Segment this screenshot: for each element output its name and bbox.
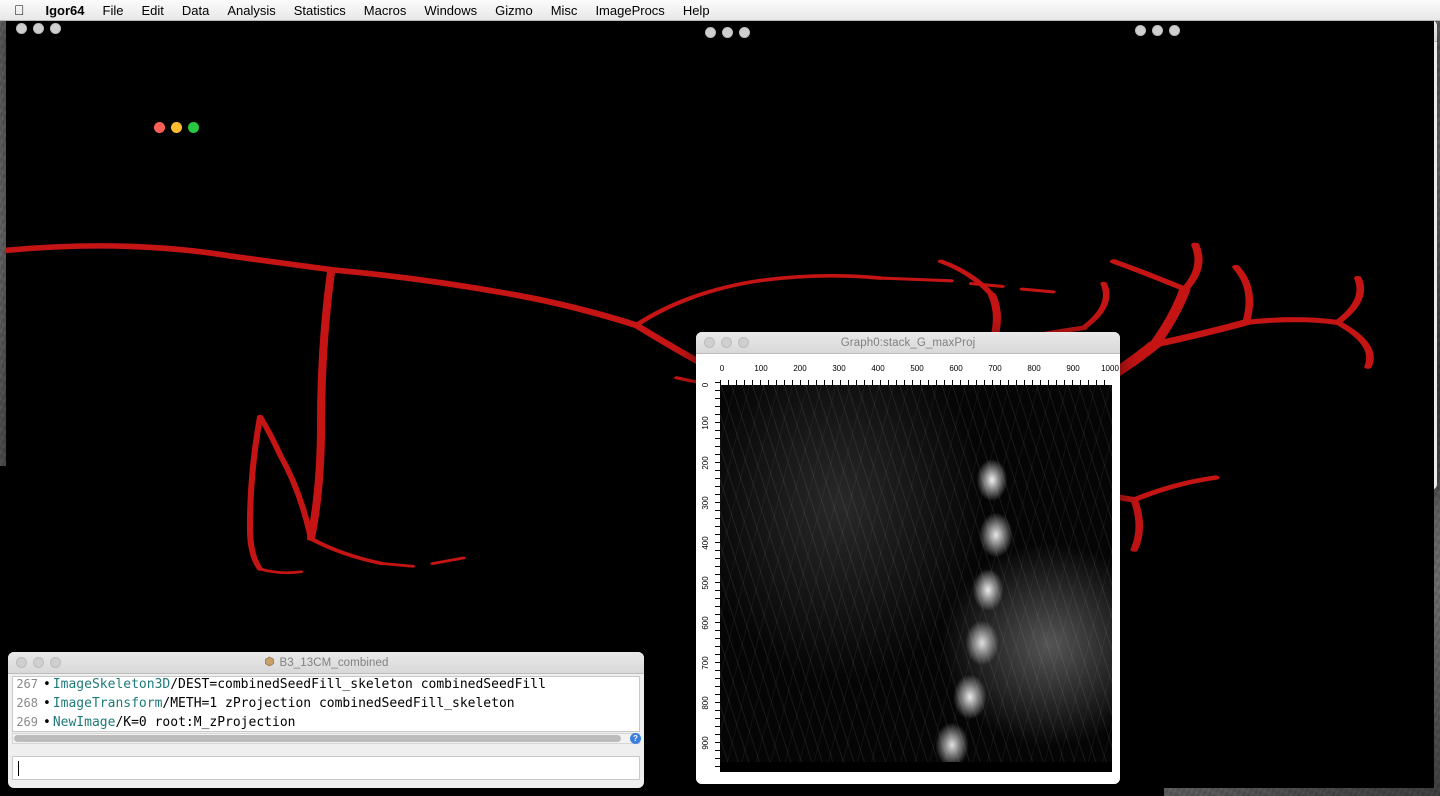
window-controls[interactable]	[16, 657, 61, 668]
history-row[interactable]: 268 • ImageTransform /METH=1 zProjection…	[13, 696, 639, 715]
history-row[interactable]: 269 • NewImage /K=0 root:M_zProjection	[13, 715, 639, 732]
text-caret	[18, 761, 19, 776]
x-tick-700: 700	[988, 364, 1001, 373]
zoom-button[interactable]	[1169, 25, 1180, 36]
x-tick-600: 600	[949, 364, 962, 373]
x-tick-900: 900	[1066, 364, 1079, 373]
command-window-title: B3_13CM_combined	[8, 656, 644, 670]
x-tick-800: 800	[1027, 364, 1040, 373]
neuron-plot-window	[0, 0, 293, 300]
graph0-titlebar[interactable]: Graph0:stack_G_maxProj	[696, 332, 1120, 354]
menu-item-file[interactable]: File	[94, 3, 133, 18]
history-args: /DEST=combinedSeedFill_skeleton combined…	[170, 677, 546, 692]
command-line-input[interactable]	[12, 756, 640, 780]
y-tick-100: 100	[701, 416, 710, 429]
window-controls[interactable]	[705, 27, 750, 38]
help-icon[interactable]: ?	[630, 733, 641, 744]
history-command: ImageTransform	[53, 696, 163, 711]
x-axis-labels: 0 100 200 300 400 500 600 700 800 900 10…	[720, 364, 1112, 380]
menu-item-macros[interactable]: Macros	[355, 3, 416, 18]
menu-item-gizmo[interactable]: Gizmo	[486, 3, 542, 18]
graph0-plot-area[interactable]: 0 100 200 300 400 500 600 700 800 900 10…	[696, 354, 1120, 784]
menu-item-imageprocs[interactable]: ImageProcs	[586, 3, 673, 18]
menu-item-data[interactable]: Data	[173, 3, 218, 18]
history-command: ImageSkeleton3D	[53, 677, 170, 692]
zoom-button[interactable]	[50, 23, 61, 34]
zoom-button[interactable]	[50, 657, 61, 668]
close-button[interactable]	[154, 122, 165, 133]
y-tick-800: 800	[701, 696, 710, 709]
x-tick-500: 500	[910, 364, 923, 373]
y-tick-900: 900	[701, 736, 710, 749]
menu-item-analysis[interactable]: Analysis	[218, 3, 284, 18]
image-bottom-margin	[720, 762, 1112, 772]
close-button[interactable]	[1135, 25, 1146, 36]
y-tick-600: 600	[701, 616, 710, 629]
zoom-button[interactable]	[739, 27, 750, 38]
zoom-button[interactable]	[188, 122, 199, 133]
close-button[interactable]	[704, 337, 715, 348]
zoom-button[interactable]	[738, 337, 749, 348]
x-tick-0: 0	[720, 364, 724, 373]
menu-item-windows[interactable]: Windows	[415, 3, 486, 18]
history-line-number: 268	[13, 696, 43, 710]
history-args: /K=0 root:M_zProjection	[115, 715, 295, 730]
menu-item-edit[interactable]: Edit	[132, 3, 172, 18]
command-window-titlebar[interactable]: B3_13CM_combined	[8, 652, 644, 674]
history-horizontal-scrollbar[interactable]	[12, 733, 640, 744]
max-projection-image[interactable]	[720, 385, 1112, 772]
history-bullet-icon: •	[43, 677, 51, 692]
minimize-button[interactable]	[1152, 25, 1163, 36]
history-bullet-icon: •	[43, 715, 51, 730]
minimize-button[interactable]	[33, 23, 44, 34]
window-controls[interactable]	[704, 337, 749, 348]
x-tick-1000: 1000	[1101, 364, 1119, 373]
y-tick-400: 400	[701, 536, 710, 549]
y-tick-200: 200	[701, 456, 710, 469]
graph0-window: Graph0:stack_G_maxProj 0 100 200 300 400…	[696, 332, 1120, 784]
close-button[interactable]	[16, 657, 27, 668]
window-controls[interactable]	[154, 122, 199, 133]
history-area[interactable]: 267 • ImageSkeleton3D /DEST=combinedSeed…	[12, 676, 640, 732]
menu-item-help[interactable]: Help	[674, 3, 719, 18]
x-tick-200: 200	[793, 364, 806, 373]
y-tick-0: 0	[701, 383, 710, 387]
command-window-title-label: B3_13CM_combined	[280, 657, 389, 669]
minimize-button[interactable]	[33, 657, 44, 668]
apple-icon[interactable]: 	[0, 3, 37, 17]
window-controls[interactable]	[16, 23, 61, 34]
menu-item-misc[interactable]: Misc	[542, 3, 587, 18]
x-tick-400: 400	[871, 364, 884, 373]
history-line-number: 269	[13, 715, 43, 729]
close-button[interactable]	[16, 23, 27, 34]
y-tick-300: 300	[701, 496, 710, 509]
x-tick-100: 100	[754, 364, 767, 373]
command-window: B3_13CM_combined 267 • ImageSkeleton3D /…	[8, 652, 644, 788]
menu-bar:  Igor64 File Edit Data Analysis Statist…	[0, 0, 1440, 21]
y-tick-500: 500	[701, 576, 710, 589]
menu-item-statistics[interactable]: Statistics	[285, 3, 355, 18]
x-tick-300: 300	[832, 364, 845, 373]
y-tick-700: 700	[701, 656, 710, 669]
max-projection-fiber-layer	[720, 385, 1112, 772]
history-row[interactable]: 267 • ImageSkeleton3D /DEST=combinedSeed…	[13, 677, 639, 696]
history-args: /METH=1 zProjection combinedSeedFill_ske…	[162, 696, 514, 711]
history-bullet-icon: •	[43, 696, 51, 711]
history-command: NewImage	[53, 715, 116, 730]
minimize-button[interactable]	[171, 122, 182, 133]
close-button[interactable]	[705, 27, 716, 38]
window-controls[interactable]	[1135, 25, 1180, 36]
menu-item-igor64[interactable]: Igor64	[37, 3, 94, 18]
history-line-number: 267	[13, 677, 43, 691]
minimize-button[interactable]	[721, 337, 732, 348]
experiment-icon	[264, 656, 275, 670]
minimize-button[interactable]	[722, 27, 733, 38]
graph0-title: Graph0:stack_G_maxProj	[696, 337, 1120, 349]
